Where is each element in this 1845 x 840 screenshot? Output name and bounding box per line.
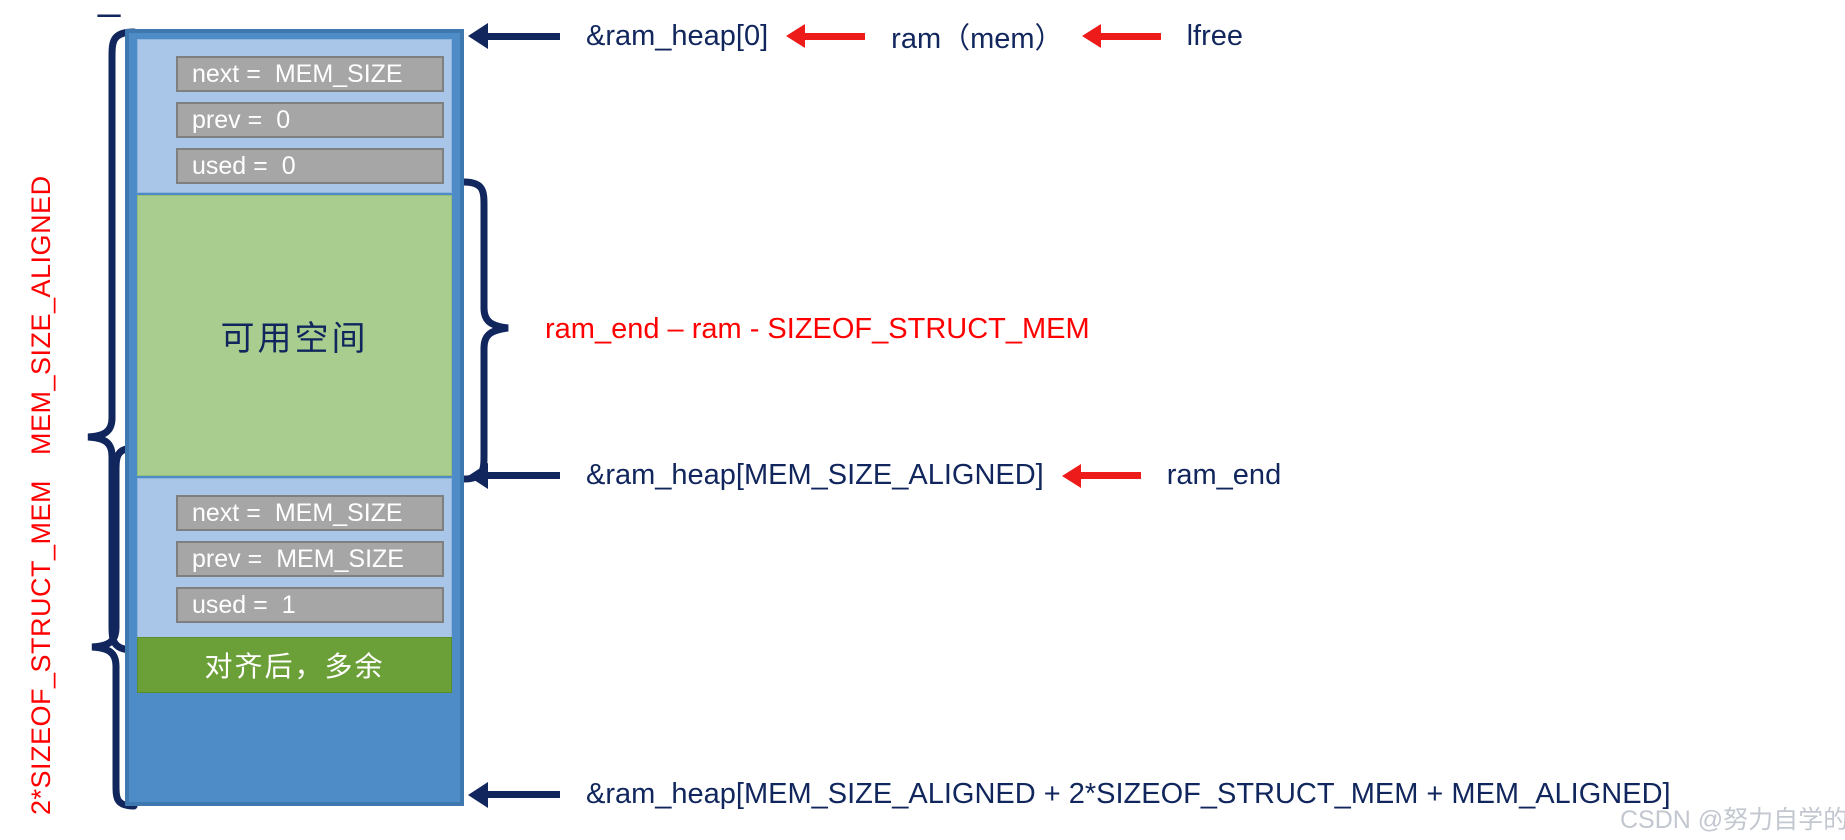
label-lfree: lfree [1186,19,1243,52]
csdn-watermark: CSDN @努力自学的小夏 [1620,806,1845,834]
right-brace-free-region [462,178,509,483]
free-space-label: 可用空间 [220,320,369,358]
vertical-label-mem-size-aligned: MEM_SIZE_ALIGNED [26,175,56,455]
annotation-row-ram-heap-0: &ram_heap[0] ram（mem） lfree [468,15,1243,57]
region-alignment-surplus: 对齐后，多余 [137,637,452,693]
arrow-red-ram-to-heap [786,24,866,48]
annotation-row-heap-end: &ram_heap[MEM_SIZE_ALIGNED + 2*SIZEOF_ST… [468,778,1671,811]
field-next-top: next = MEM_SIZE [176,56,444,92]
arrow-red-lfree-to-ram [1081,24,1161,48]
region-free-space: 可用空间 [137,195,452,476]
label-ram-heap-end: &ram_heap[MEM_SIZE_ALIGNED + 2*SIZEOF_ST… [586,778,1671,810]
clipped-text-fragment: _ [98,0,121,19]
arrow-navy-to-block-bottom [468,781,560,808]
annotation-row-ram-end: &ram_heap[MEM_SIZE_ALIGNED] ram_end [468,459,1281,492]
arrow-navy-to-ram-end [468,462,560,489]
diagram-canvas: _ MEM_SIZE_ALIGNED 2*SIZEOF_STRUCT_MEM n… [0,0,1845,840]
field-next-bottom: next = MEM_SIZE [176,495,444,531]
arrow-red-ram-end [1061,463,1141,488]
field-prev-bottom: prev = MEM_SIZE [176,541,444,577]
field-used-bottom: used = 1 [176,587,444,623]
field-used-top: used = 0 [176,148,444,184]
region-struct-mem-top: next = MEM_SIZE prev = 0 used = 0 [137,39,452,193]
label-ram-mem: ram（mem） [891,23,1064,55]
label-ram-end: ram_end [1166,459,1282,491]
vertical-label-sizeof-struct-mem: 2*SIZEOF_STRUCT_MEM [26,479,56,815]
label-ram-heap-0: &ram_heap[0] [586,19,769,52]
label-ram-heap-mem-size-aligned: &ram_heap[MEM_SIZE_ALIGNED] [586,459,1044,491]
field-prev-top: prev = 0 [176,102,444,138]
annotation-free-region-size: ram_end – ram - SIZEOF_STRUCT_MEM [545,313,1090,345]
arrow-navy-to-block-top [468,23,560,49]
memory-block: next = MEM_SIZE prev = 0 used = 0 可用空间 n… [126,30,463,805]
